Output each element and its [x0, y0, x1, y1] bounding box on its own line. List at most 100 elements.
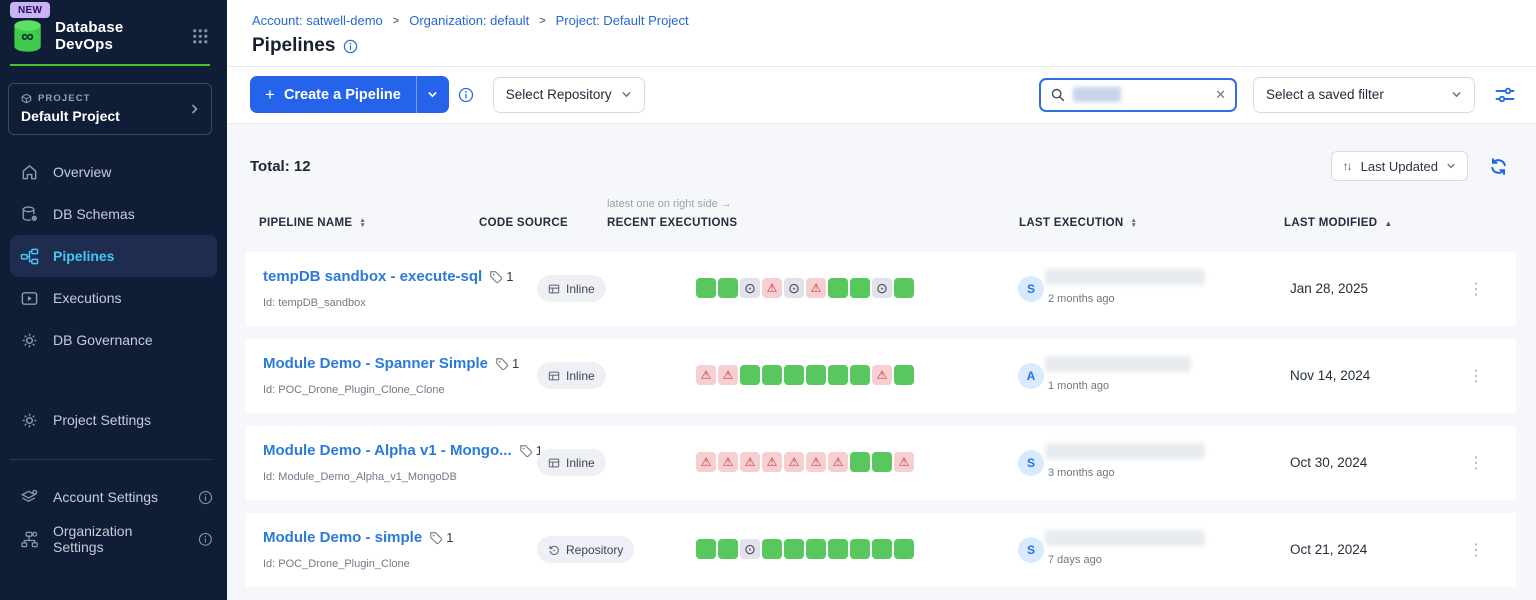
execution-error-icon[interactable]: ⚠ — [784, 452, 804, 472]
execution-error-icon[interactable]: ⚠ — [762, 278, 782, 298]
select-repository-dropdown[interactable]: Select Repository — [493, 77, 645, 113]
execution-skipped-icon[interactable]: ⊙ — [784, 278, 804, 298]
chevron-down-icon — [1446, 161, 1456, 171]
inline-source-icon — [548, 370, 560, 382]
execution-success-icon[interactable] — [828, 365, 848, 385]
create-pipeline-dropdown-toggle[interactable] — [416, 76, 449, 113]
info-icon[interactable] — [198, 490, 213, 505]
avatar[interactable]: A — [1018, 363, 1044, 389]
execution-error-icon[interactable]: ⚠ — [828, 452, 848, 472]
execution-success-icon[interactable] — [850, 452, 870, 472]
project-selector[interactable]: PROJECT Default Project — [8, 83, 212, 135]
sidebar-item-executions[interactable]: Executions — [0, 277, 227, 319]
execution-success-icon[interactable] — [828, 539, 848, 559]
execution-success-icon[interactable] — [872, 452, 892, 472]
breadcrumb-account-link[interactable]: Account: satwell-demo — [252, 13, 383, 28]
sort-dropdown[interactable]: ↑↓ Last Updated — [1331, 151, 1468, 181]
execution-success-icon[interactable] — [850, 539, 870, 559]
row-actions-kebab-icon[interactable]: ⋮ — [1464, 451, 1488, 475]
pipelines-table: latest one on right side → PIPELINE NAME… — [246, 181, 1516, 587]
breadcrumb-project-link[interactable]: Project: Default Project — [556, 13, 689, 28]
execution-success-icon[interactable] — [762, 539, 782, 559]
app-launcher-grid-icon[interactable] — [192, 28, 209, 45]
sidebar-item-project-settings[interactable]: Project Settings — [0, 399, 227, 441]
create-pipeline-button[interactable]: + Create a Pipeline — [250, 76, 416, 113]
page-header: Account: satwell-demo > Organization: de… — [227, 0, 1536, 67]
avatar[interactable]: S — [1018, 450, 1044, 476]
execution-error-icon[interactable]: ⚠ — [718, 452, 738, 472]
execution-error-icon[interactable]: ⚠ — [696, 365, 716, 385]
column-header-last-execution[interactable]: LAST EXECUTION ▲▼ — [1019, 217, 1137, 229]
execution-error-icon[interactable]: ⚠ — [740, 452, 760, 472]
execution-skipped-icon[interactable]: ⊙ — [872, 278, 892, 298]
redacted-user-name — [1045, 356, 1191, 372]
execution-success-icon[interactable] — [828, 278, 848, 298]
execution-success-icon[interactable] — [894, 365, 914, 385]
info-icon[interactable] — [458, 87, 474, 103]
info-icon[interactable] — [343, 39, 358, 54]
sidebar-item-organization-settings[interactable]: Organization Settings — [0, 518, 227, 560]
breadcrumb-organization-link[interactable]: Organization: default — [409, 13, 529, 28]
sidebar-item-account-settings[interactable]: Account Settings — [0, 476, 227, 518]
filter-sliders-icon[interactable] — [1494, 84, 1516, 106]
execution-success-icon[interactable] — [784, 539, 804, 559]
execution-success-icon[interactable] — [784, 365, 804, 385]
execution-error-icon[interactable]: ⚠ — [718, 365, 738, 385]
pipeline-id: Id: tempDB_sandbox — [263, 297, 366, 309]
row-actions-kebab-icon[interactable]: ⋮ — [1464, 277, 1488, 301]
brand-divider — [10, 64, 210, 66]
play-square-icon — [20, 289, 39, 308]
column-header-last-modified[interactable]: LAST MODIFIED ▲ — [1284, 217, 1393, 229]
sidebar-item-db-governance[interactable]: DB Governance — [0, 319, 227, 361]
sidebar-item-pipelines[interactable]: Pipelines — [10, 235, 217, 277]
info-icon[interactable] — [198, 532, 213, 547]
execution-success-icon[interactable] — [850, 365, 870, 385]
execution-success-icon[interactable] — [850, 278, 870, 298]
search-input[interactable]: ✕ — [1039, 78, 1237, 112]
execution-success-icon[interactable] — [718, 539, 738, 559]
saved-filter-dropdown[interactable]: Select a saved filter — [1253, 77, 1475, 113]
execution-success-icon[interactable] — [696, 278, 716, 298]
column-header-pipeline-name[interactable]: PIPELINE NAME ▲▼ — [259, 217, 366, 229]
execution-success-icon[interactable] — [762, 365, 782, 385]
sidebar-item-db-schemas[interactable]: DB Schemas — [0, 193, 227, 235]
refresh-icon[interactable] — [1489, 157, 1508, 176]
execution-success-icon[interactable] — [806, 365, 826, 385]
tag-count: 1 — [489, 269, 513, 284]
execution-error-icon[interactable]: ⚠ — [762, 452, 782, 472]
pipeline-name-link[interactable]: Module Demo - Alpha v1 - Mongo... 1 — [263, 442, 543, 459]
avatar[interactable]: S — [1018, 537, 1044, 563]
avatar[interactable]: S — [1018, 276, 1044, 302]
execution-error-icon[interactable]: ⚠ — [806, 278, 826, 298]
execution-success-icon[interactable] — [872, 539, 892, 559]
pipeline-name-link[interactable]: tempDB sandbox - execute-sql 1 — [263, 268, 513, 285]
code-source-badge: Repository — [537, 536, 634, 563]
content-area: Total: 12 ↑↓ Last Updated latest one on … — [227, 124, 1536, 600]
sidebar-item-overview[interactable]: Overview — [0, 151, 227, 193]
execution-error-icon[interactable]: ⚠ — [806, 452, 826, 472]
execution-success-icon[interactable] — [894, 278, 914, 298]
pipeline-name-link[interactable]: Module Demo - Spanner Simple 1 — [263, 355, 519, 372]
execution-skipped-icon[interactable]: ⊙ — [740, 278, 760, 298]
execution-skipped-icon[interactable]: ⊙ — [740, 539, 760, 559]
redacted-user-name — [1045, 269, 1205, 285]
row-actions-kebab-icon[interactable]: ⋮ — [1464, 538, 1488, 562]
clear-search-icon[interactable]: ✕ — [1215, 88, 1226, 101]
row-actions-kebab-icon[interactable]: ⋮ — [1464, 364, 1488, 388]
main-area: Account: satwell-demo > Organization: de… — [227, 0, 1536, 600]
execution-success-icon[interactable] — [894, 539, 914, 559]
execution-success-icon[interactable] — [806, 539, 826, 559]
execution-success-icon[interactable] — [740, 365, 760, 385]
pipeline-name-link[interactable]: Module Demo - simple 1 — [263, 529, 453, 546]
execution-success-icon[interactable] — [696, 539, 716, 559]
tag-count: 1 — [429, 530, 453, 545]
tag-icon — [489, 270, 503, 284]
breadcrumb-separator: > — [539, 15, 545, 27]
org-chart-gear-icon — [20, 530, 39, 549]
execution-error-icon[interactable]: ⚠ — [872, 365, 892, 385]
execution-error-icon[interactable]: ⚠ — [894, 452, 914, 472]
execution-success-icon[interactable] — [718, 278, 738, 298]
chevron-right-icon — [189, 103, 201, 115]
execution-error-icon[interactable]: ⚠ — [696, 452, 716, 472]
table-row: Module Demo - simple 1 Id: POC_Drone_Plu… — [246, 513, 1516, 587]
